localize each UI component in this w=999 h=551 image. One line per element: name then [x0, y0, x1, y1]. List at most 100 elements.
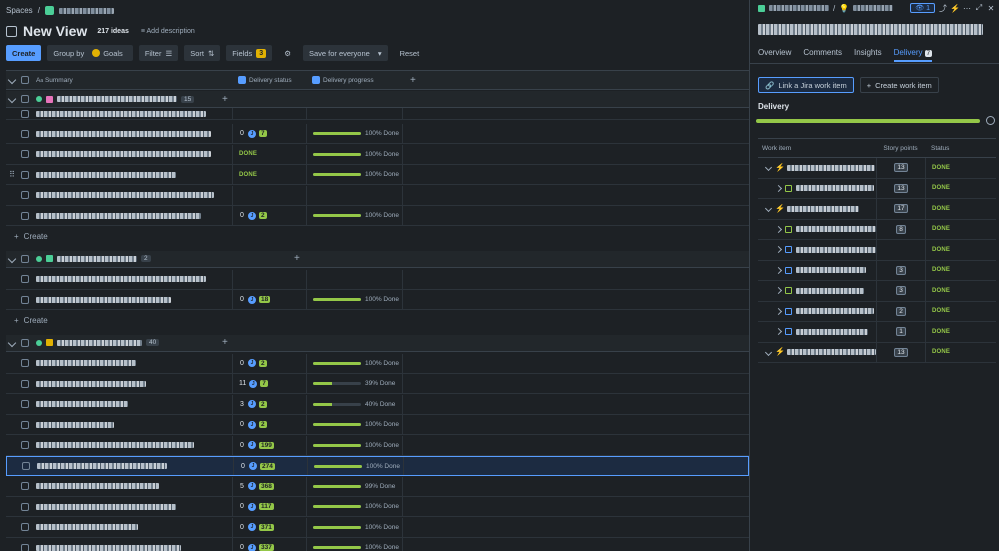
collapse-chevron-icon[interactable] — [764, 205, 773, 213]
group-add-plus-icon[interactable]: + — [222, 94, 228, 105]
table-row[interactable]: 0 J 18 100% Done — [6, 290, 749, 310]
create-work-item-button[interactable]: + Create work item — [859, 77, 939, 93]
group-by-button[interactable]: Group by Goals — [47, 45, 133, 61]
delivery-status-cell[interactable]: 0 J 371 — [232, 517, 306, 537]
idea-summary[interactable] — [32, 296, 232, 303]
delivery-status-cell[interactable]: 0 J 199 — [232, 435, 306, 455]
breadcrumb-space-name[interactable] — [58, 7, 114, 14]
row-select-checkbox[interactable] — [22, 462, 30, 470]
work-item-status[interactable]: DONE — [932, 329, 950, 335]
fields-button[interactable]: Fields 3 — [226, 45, 273, 61]
work-item-row[interactable]: ⚡ 13 DONE — [758, 158, 996, 179]
panel-breadcrumb-space[interactable] — [769, 5, 829, 11]
tab-delivery[interactable]: Delivery 7 — [893, 48, 933, 62]
work-item-row[interactable]: 2 DONE — [758, 301, 996, 322]
idea-summary[interactable] — [32, 212, 232, 219]
expand-chevron-icon[interactable] — [774, 246, 783, 254]
column-summary[interactable]: Aa Summary — [32, 77, 232, 84]
group-select-checkbox[interactable] — [21, 254, 29, 263]
row-select-checkbox[interactable] — [21, 275, 29, 283]
work-item-status[interactable]: DONE — [932, 349, 950, 355]
collapse-chevron-icon[interactable] — [764, 164, 773, 172]
group-collapse-chevron-icon[interactable] — [7, 254, 17, 263]
row-select-checkbox[interactable] — [21, 191, 29, 199]
idea-summary[interactable] — [32, 110, 232, 117]
table-row[interactable]: 5 J 368 99% Done — [6, 476, 749, 497]
page-title[interactable]: New View — [23, 23, 87, 39]
row-select-checkbox[interactable] — [21, 295, 29, 304]
delivery-status-cell[interactable]: 0J7 — [232, 124, 306, 143]
work-item-status[interactable]: DONE — [932, 165, 950, 171]
row-select-checkbox[interactable] — [21, 359, 29, 367]
delivery-status-cell[interactable]: 3J2 — [232, 394, 306, 414]
work-item-status[interactable]: DONE — [932, 308, 950, 314]
table-row[interactable]: 0 J 2 100% Done — [6, 353, 749, 374]
expand-icon[interactable]: ⤢ — [975, 3, 983, 12]
row-select-checkbox[interactable] — [21, 441, 29, 449]
tab-overview[interactable]: Overview — [758, 48, 791, 62]
collapse-all-chevron-icon[interactable] — [7, 75, 17, 85]
table-row[interactable]: 3 J 2 40% Done — [6, 394, 749, 415]
group-create-button[interactable]: + Create — [14, 316, 48, 325]
table-row[interactable]: 0 J 274 100% Done — [6, 456, 749, 476]
work-item-status[interactable]: DONE — [932, 267, 950, 273]
expand-chevron-icon[interactable] — [774, 328, 783, 336]
idea-summary[interactable] — [32, 442, 232, 448]
add-description-button[interactable]: ≡ Add description — [141, 28, 195, 35]
row-select-checkbox[interactable] — [21, 482, 29, 490]
delivery-status-cell[interactable] — [232, 269, 306, 289]
select-all-checkbox[interactable] — [21, 76, 29, 84]
work-item-status[interactable]: DONE — [932, 206, 950, 212]
row-select-checkbox[interactable] — [21, 400, 29, 408]
delivery-settings-gear-icon[interactable] — [986, 116, 995, 125]
expand-chevron-icon[interactable] — [774, 287, 783, 295]
row-select-checkbox[interactable] — [21, 420, 29, 429]
idea-summary[interactable] — [32, 130, 232, 137]
settings-sliders-button[interactable]: ⚙ — [278, 45, 297, 61]
idea-summary[interactable] — [32, 483, 232, 489]
expand-chevron-icon[interactable] — [774, 184, 783, 192]
share-icon[interactable]: ⤴ — [939, 4, 947, 13]
chevron-down-icon[interactable]: ▾ — [378, 49, 382, 58]
column-delivery-progress[interactable]: Delivery progress — [306, 76, 402, 84]
table-row[interactable] — [6, 185, 749, 206]
idea-summary[interactable] — [32, 524, 232, 530]
work-item-row[interactable]: 8 DONE — [758, 219, 996, 240]
idea-summary[interactable] — [32, 421, 232, 428]
table-row[interactable]: 0 J 2 100% Done — [6, 206, 749, 226]
automation-icon[interactable]: ⚡ — [950, 4, 960, 13]
delivery-status-cell[interactable]: 11 J 7 — [232, 374, 306, 393]
work-item-row[interactable]: DONE — [758, 240, 996, 261]
delivery-status-cell[interactable]: 0 J 274 — [233, 457, 307, 475]
link-jira-work-item-button[interactable]: 🔗 Link a Jira work item — [758, 77, 854, 93]
idea-summary[interactable] — [32, 401, 232, 407]
work-item-row[interactable]: 3 DONE — [758, 260, 996, 281]
work-item-row[interactable]: 13 DONE — [758, 178, 996, 199]
work-item-row[interactable]: ⚡ 13 DONE — [758, 342, 996, 363]
delivery-status-cell[interactable]: 0J2 — [232, 353, 306, 373]
work-item-row[interactable]: ⚡ 17 DONE — [758, 199, 996, 220]
table-row[interactable]: 0 J 337 100% Done — [6, 538, 749, 551]
delivery-status-cell[interactable]: 0 J 117 — [232, 497, 306, 516]
work-item-status[interactable]: DONE — [932, 226, 950, 232]
group-select-checkbox[interactable] — [21, 338, 29, 347]
row-select-checkbox[interactable] — [21, 379, 29, 388]
delivery-status-cell[interactable]: 0J2 — [232, 415, 306, 434]
idea-summary[interactable] — [32, 151, 232, 157]
expand-chevron-icon[interactable] — [774, 307, 783, 315]
idea-summary[interactable] — [32, 276, 232, 282]
table-row[interactable] — [6, 269, 749, 290]
row-select-checkbox[interactable] — [21, 150, 29, 158]
table-row[interactable] — [6, 108, 749, 120]
row-select-checkbox[interactable] — [21, 129, 29, 138]
idea-summary[interactable] — [32, 360, 232, 366]
row-select-checkbox[interactable] — [21, 502, 29, 511]
panel-breadcrumb-idea-key[interactable] — [853, 5, 894, 11]
table-row[interactable]: 0 J 371 100% Done — [6, 517, 749, 538]
table-row[interactable]: 0 J 2 100% Done — [6, 415, 749, 435]
row-select-checkbox[interactable] — [21, 543, 29, 551]
group-select-checkbox[interactable] — [21, 95, 29, 103]
idea-summary[interactable] — [32, 380, 232, 387]
work-item-status[interactable]: DONE — [932, 288, 950, 294]
idea-summary[interactable] — [32, 171, 232, 178]
